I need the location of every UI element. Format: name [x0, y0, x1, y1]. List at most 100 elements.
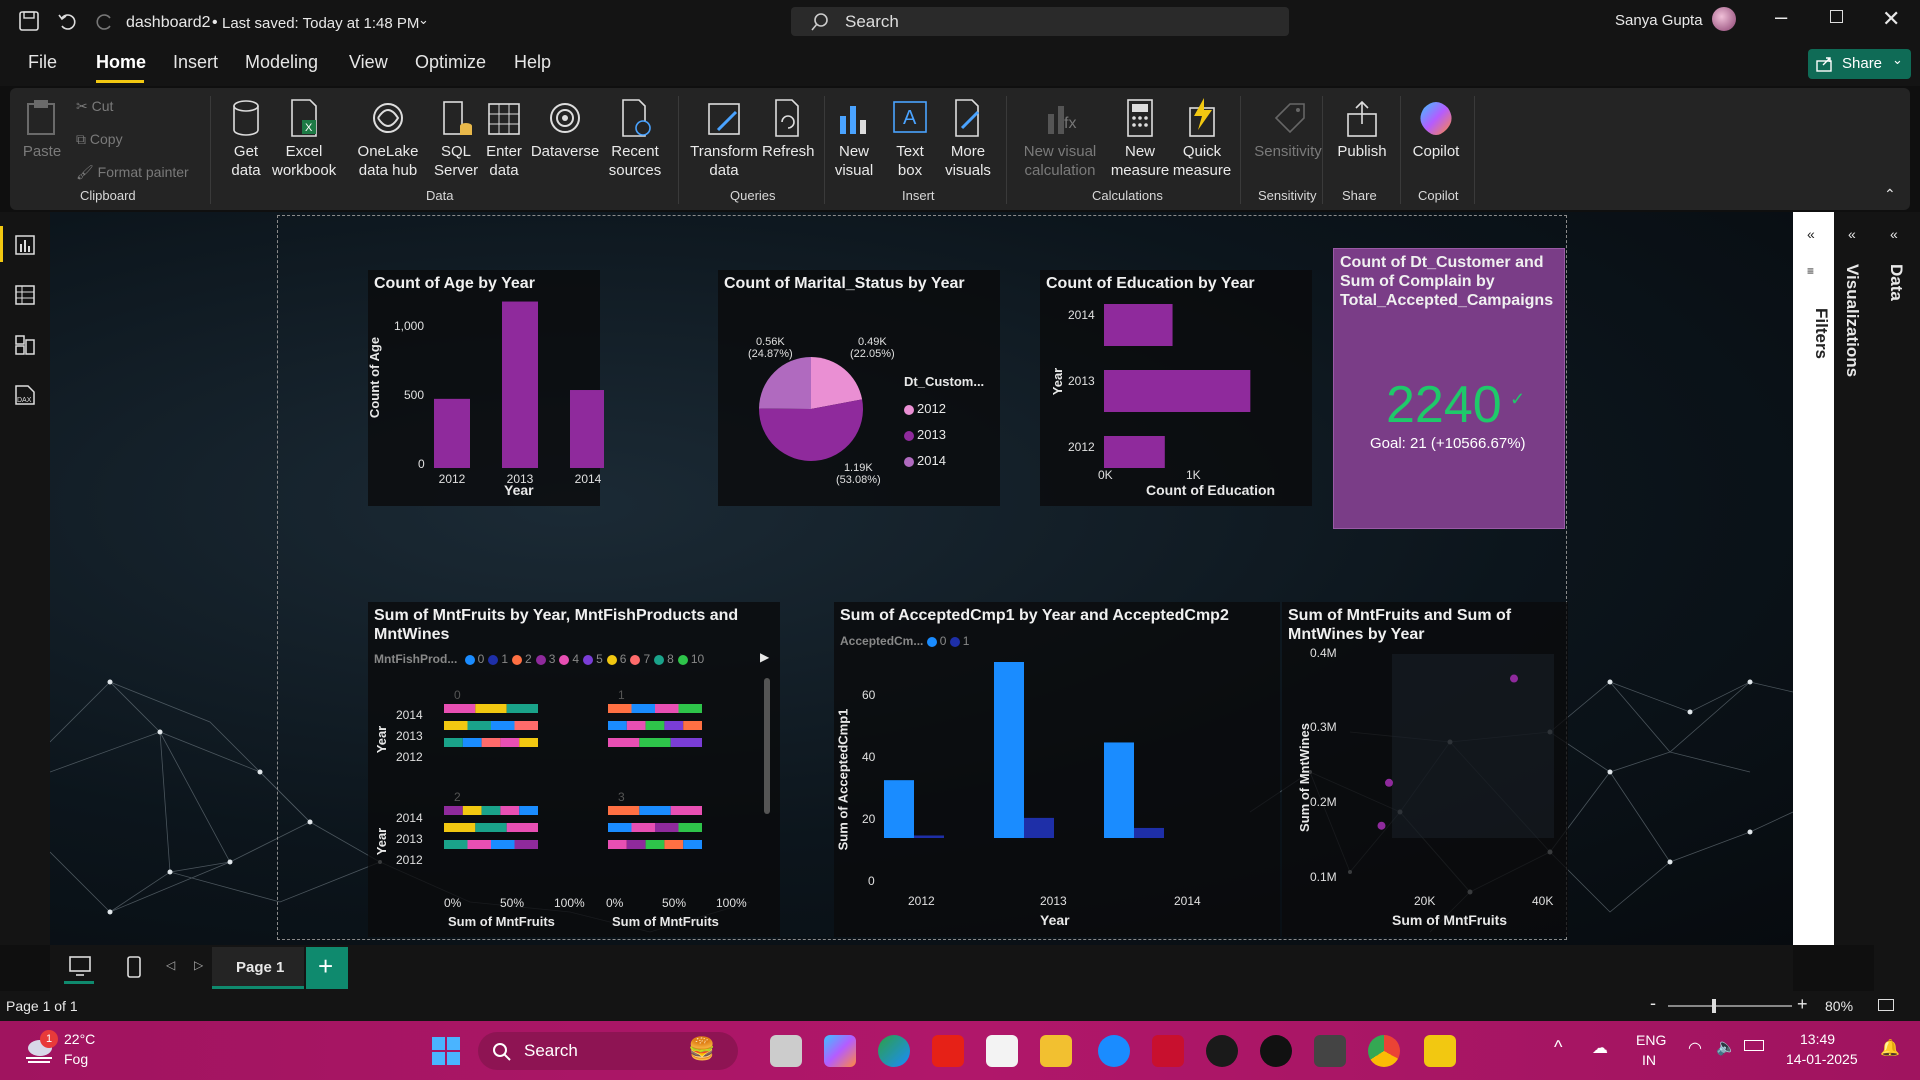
- legend-item-0[interactable]: 0: [464, 652, 484, 666]
- copilot-app-icon[interactable]: [824, 1035, 856, 1067]
- sensitivity-button[interactable]: Sensitivity: [1248, 98, 1328, 161]
- publish-button[interactable]: Publish: [1334, 98, 1390, 161]
- file-explorer-icon[interactable]: [1040, 1035, 1072, 1067]
- menu-file[interactable]: File: [28, 52, 57, 73]
- stacked-segment[interactable]: [467, 721, 492, 730]
- redo-icon[interactable]: [94, 10, 116, 32]
- bar-2014[interactable]: [1104, 304, 1173, 346]
- stacked-segment[interactable]: [678, 823, 703, 832]
- collapse-visualizations-icon[interactable]: «: [1848, 226, 1856, 242]
- onedrive-icon[interactable]: ☁: [1592, 1038, 1608, 1058]
- stacked-segment[interactable]: [664, 721, 684, 730]
- fruits-wines-scatter-chart[interactable]: Sum of MntFruits and Sum of MntWines by …: [1282, 602, 1568, 937]
- sql-server-button[interactable]: SQL Server: [434, 98, 478, 180]
- bar-2013[interactable]: [502, 301, 538, 468]
- model-view-icon[interactable]: [14, 334, 36, 356]
- get-data-button[interactable]: Get data: [222, 98, 270, 180]
- legend-item-1[interactable]: 1: [488, 652, 508, 666]
- legend-item-2012[interactable]: 2012: [904, 396, 946, 422]
- youtube-icon[interactable]: [932, 1035, 964, 1067]
- add-page-button[interactable]: +: [306, 947, 348, 989]
- bar-2012-series-0[interactable]: [884, 780, 914, 838]
- stacked-segment[interactable]: [491, 721, 515, 730]
- stacked-segment[interactable]: [500, 806, 520, 815]
- avatar[interactable]: [1712, 7, 1736, 31]
- text-box-button[interactable]: A Text box: [886, 98, 934, 180]
- tab-insert[interactable]: Insert: [173, 52, 218, 73]
- stacked-segment[interactable]: [506, 823, 538, 832]
- bar-2012[interactable]: [434, 398, 470, 468]
- mobile-layout-icon[interactable]: [126, 955, 142, 979]
- stacked-segment[interactable]: [444, 823, 476, 832]
- legend-next-icon[interactable]: ▶: [760, 650, 769, 664]
- stacked-segment[interactable]: [608, 840, 627, 849]
- chevron-up-icon[interactable]: ^: [1554, 1037, 1562, 1058]
- new-visual-button[interactable]: New visual: [832, 98, 876, 180]
- legend-item-1[interactable]: 1: [949, 634, 969, 648]
- language-line2[interactable]: IN: [1642, 1052, 1656, 1068]
- scatter-point[interactable]: [1377, 821, 1386, 830]
- zoom-slider-thumb[interactable]: [1712, 999, 1716, 1013]
- tab-help[interactable]: Help: [514, 52, 551, 73]
- stacked-segment[interactable]: [444, 738, 463, 747]
- copilot-button[interactable]: Copilot: [1408, 98, 1464, 161]
- stacked-segment[interactable]: [444, 704, 476, 713]
- stacked-segment[interactable]: [514, 721, 539, 730]
- tab-view[interactable]: View: [349, 52, 388, 73]
- search-box[interactable]: Search: [791, 7, 1289, 36]
- legend-item-7[interactable]: 7: [630, 652, 650, 666]
- legend-item-2013[interactable]: 2013: [904, 422, 946, 448]
- stacked-segment[interactable]: [491, 840, 515, 849]
- help-app-icon[interactable]: [1098, 1035, 1130, 1067]
- stacked-segment[interactable]: [608, 721, 627, 730]
- legend-item-6[interactable]: 6: [606, 652, 626, 666]
- stacked-segment[interactable]: [608, 738, 640, 747]
- notification-icon[interactable]: 🔔: [1880, 1038, 1900, 1058]
- task-view-icon[interactable]: [770, 1035, 802, 1067]
- tab-home[interactable]: Home: [96, 52, 146, 73]
- mcafee-icon[interactable]: [1152, 1035, 1184, 1067]
- edge-icon[interactable]: [878, 1035, 910, 1067]
- collapse-data-icon[interactable]: «: [1890, 226, 1898, 242]
- file-name[interactable]: dashboard2: [126, 14, 211, 32]
- report-view-icon[interactable]: [14, 234, 36, 256]
- stacked-segment[interactable]: [626, 721, 646, 730]
- transform-data-button[interactable]: Transform data: [686, 98, 762, 180]
- chevron-down-icon[interactable]: ⌄: [418, 12, 429, 28]
- chatgpt-icon[interactable]: [1260, 1035, 1292, 1067]
- minimize-icon[interactable]: –: [1775, 4, 1787, 30]
- stacked-segment[interactable]: [475, 823, 507, 832]
- bar-2013-series-0[interactable]: [994, 662, 1024, 838]
- stacked-segment[interactable]: [645, 840, 665, 849]
- stacked-segment[interactable]: [608, 823, 632, 832]
- legend-item-8[interactable]: 8: [654, 652, 674, 666]
- windows-start-icon[interactable]: [432, 1037, 460, 1065]
- battery-icon[interactable]: [1744, 1040, 1764, 1051]
- snipping-tool-icon[interactable]: [1314, 1035, 1346, 1067]
- next-page-icon[interactable]: ▷: [194, 958, 203, 972]
- share-button[interactable]: Share ⌄: [1808, 49, 1911, 79]
- bar-2014-series-1[interactable]: [1134, 827, 1164, 838]
- stacked-segment[interactable]: [514, 840, 539, 849]
- stacked-segment[interactable]: [481, 738, 501, 747]
- stacked-segment[interactable]: [500, 738, 520, 747]
- zoom-out-icon[interactable]: -: [1650, 993, 1656, 1014]
- quick-measure-button[interactable]: Quick measure: [1172, 98, 1232, 180]
- wifi-icon[interactable]: ◠: [1688, 1038, 1702, 1058]
- desktop-layout-icon[interactable]: [68, 955, 92, 977]
- scatter-point[interactable]: [1385, 778, 1393, 787]
- copy-button[interactable]: ⧉ Copy: [76, 131, 123, 148]
- stacked-segment[interactable]: [670, 806, 702, 815]
- refresh-button[interactable]: Refresh: [762, 98, 815, 161]
- store-icon[interactable]: [986, 1035, 1018, 1067]
- legend-item-2014[interactable]: 2014: [904, 448, 946, 474]
- page-tab[interactable]: Page 1: [212, 947, 304, 989]
- zoom-in-icon[interactable]: +: [1797, 994, 1808, 1015]
- stacked-segment[interactable]: [631, 823, 656, 832]
- stacked-segment[interactable]: [444, 721, 468, 730]
- stacked-segment[interactable]: [467, 840, 492, 849]
- paste-button[interactable]: Paste: [22, 98, 62, 161]
- bar-2013-series-1[interactable]: [1024, 817, 1054, 838]
- stacked-segment[interactable]: [655, 823, 679, 832]
- tab-modeling[interactable]: Modeling: [245, 52, 318, 73]
